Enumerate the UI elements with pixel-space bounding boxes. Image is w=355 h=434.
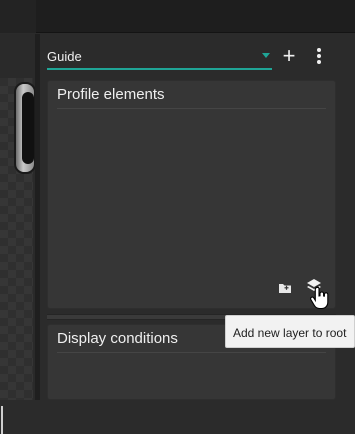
display-conditions-title: Display conditions <box>57 330 178 347</box>
preview-scroll-indicator[interactable] <box>1 406 3 434</box>
plus-icon[interactable]: + <box>280 45 298 67</box>
top-toolbar-left-segment <box>0 0 36 33</box>
add-folder-icon[interactable] <box>278 281 292 295</box>
panel-divider-line <box>57 352 326 353</box>
left-preview-pane <box>0 34 36 434</box>
tooltip: Add new layer to root <box>225 315 355 348</box>
profile-elements-panel: Profile elements <box>47 80 336 309</box>
guide-dropdown[interactable]: Guide <box>47 44 272 70</box>
device-preview-image <box>14 82 36 174</box>
guide-dropdown-value: Guide <box>47 49 82 64</box>
dropdown-caret-icon <box>262 53 270 58</box>
panel-divider-line <box>57 108 326 109</box>
profile-elements-title: Profile elements <box>57 86 165 103</box>
top-toolbar <box>0 0 355 33</box>
more-vertical-icon[interactable] <box>310 46 328 66</box>
hand-cursor-icon <box>310 286 329 310</box>
